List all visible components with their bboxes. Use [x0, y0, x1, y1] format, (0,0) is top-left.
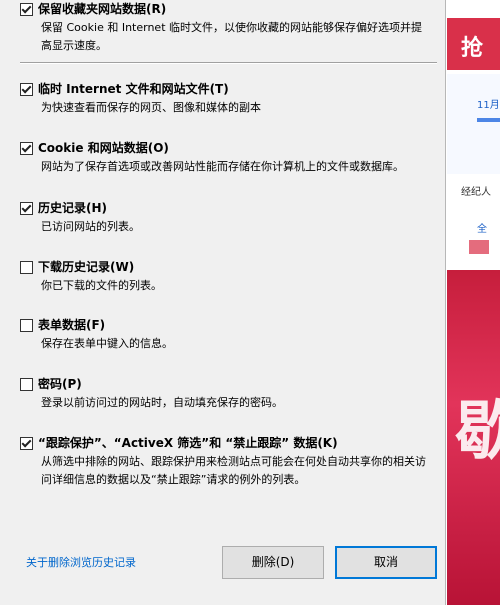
- history-label[interactable]: 历史记录(H): [38, 199, 107, 217]
- background-web-page: 抢 11月1 经纪人 全 歇: [447, 0, 500, 605]
- background-strip: [469, 240, 489, 254]
- cookies-description: 网站为了保存首选项或改善网站性能而存储在你计算机上的文件或数据库。: [41, 160, 404, 173]
- form-data-checkbox[interactable]: [20, 318, 33, 332]
- preserve-favorites-label[interactable]: 保留收藏夹网站数据(R): [38, 0, 166, 18]
- option-preserve-favorites-row[interactable]: 保留收藏夹网站数据(R): [20, 0, 430, 18]
- option-preserve-favorites: 保留收藏夹网站数据(R) 保留 Cookie 和 Internet 临时文件，以…: [20, 0, 430, 55]
- background-blue-panel: [447, 74, 500, 174]
- option-history: 历史记录(H) 已访问网站的列表。: [20, 199, 430, 236]
- history-checkbox[interactable]: [20, 201, 33, 215]
- temp-internet-files-description: 为快速查看而保存的网页、图像和媒体的副本: [41, 101, 261, 114]
- options-separator: [20, 62, 437, 64]
- download-history-checkbox[interactable]: [20, 260, 33, 274]
- history-description: 已访问网站的列表。: [41, 220, 140, 233]
- background-big-text: 歇: [455, 395, 500, 469]
- preserve-favorites-description: 保留 Cookie 和 Internet 临时文件，以使你收藏的网站能够保存偏好…: [41, 21, 422, 52]
- cookies-label[interactable]: Cookie 和网站数据(O): [38, 139, 169, 157]
- background-blue-bar: [477, 118, 500, 122]
- option-cookies-row[interactable]: Cookie 和网站数据(O): [20, 139, 430, 157]
- passwords-description: 登录以前访问过的网站时，自动填充保存的密码。: [41, 396, 283, 409]
- preserve-favorites-checkbox[interactable]: [20, 2, 33, 16]
- tracking-protection-checkbox[interactable]: [20, 436, 33, 450]
- delete-browsing-history-dialog: 保留收藏夹网站数据(R) 保留 Cookie 和 Internet 临时文件，以…: [0, 0, 446, 605]
- background-date-text: 11月1: [477, 100, 500, 111]
- download-history-label[interactable]: 下载历史记录(W): [38, 258, 134, 276]
- tracking-protection-description: 从筛选中排除的网站、跟踪保护用来检测站点可能会在何处自动共享你的相关访问详细信息…: [41, 455, 426, 486]
- option-tracking-protection: “跟踪保护”、“ActiveX 筛选”和 “禁止跟踪” 数据(K) 从筛选中排除…: [20, 434, 430, 489]
- temp-internet-files-checkbox[interactable]: [20, 82, 33, 96]
- option-download-history: 下载历史记录(W) 你已下载的文件的列表。: [20, 258, 430, 295]
- option-download-history-row[interactable]: 下载历史记录(W): [20, 258, 430, 276]
- option-temp-internet-files-row[interactable]: 临时 Internet 文件和网站文件(T): [20, 80, 430, 98]
- temp-internet-files-label[interactable]: 临时 Internet 文件和网站文件(T): [38, 80, 229, 98]
- option-passwords: 密码(P) 登录以前访问过的网站时，自动填充保存的密码。: [20, 375, 430, 412]
- download-history-description: 你已下载的文件的列表。: [41, 279, 162, 292]
- passwords-label[interactable]: 密码(P): [38, 375, 82, 393]
- passwords-checkbox[interactable]: [20, 377, 33, 391]
- cancel-button[interactable]: 取消: [335, 546, 437, 579]
- option-tracking-protection-row[interactable]: “跟踪保护”、“ActiveX 筛选”和 “禁止跟踪” 数据(K): [20, 434, 430, 452]
- background-note-text: 经纪人: [461, 187, 491, 198]
- form-data-description: 保存在表单中键入的信息。: [41, 337, 173, 350]
- option-temp-internet-files: 临时 Internet 文件和网站文件(T) 为快速查看而保存的网页、图像和媒体…: [20, 80, 430, 117]
- delete-button[interactable]: 删除(D): [222, 546, 324, 579]
- option-history-row[interactable]: 历史记录(H): [20, 199, 430, 217]
- option-passwords-row[interactable]: 密码(P): [20, 375, 430, 393]
- option-form-data: 表单数据(F) 保存在表单中键入的信息。: [20, 316, 430, 353]
- tracking-protection-label[interactable]: “跟踪保护”、“ActiveX 筛选”和 “禁止跟踪” 数据(K): [38, 434, 338, 452]
- background-banner: 抢: [447, 18, 500, 70]
- about-deleting-history-link[interactable]: 关于删除浏览历史记录: [26, 555, 136, 571]
- background-whole-text: 全: [477, 224, 487, 235]
- background-banner-text: 抢: [461, 36, 484, 61]
- cookies-checkbox[interactable]: [20, 141, 33, 155]
- option-form-data-row[interactable]: 表单数据(F): [20, 316, 430, 334]
- option-cookies: Cookie 和网站数据(O) 网站为了保存首选项或改善网站性能而存储在你计算机…: [20, 139, 430, 176]
- form-data-label[interactable]: 表单数据(F): [38, 316, 105, 334]
